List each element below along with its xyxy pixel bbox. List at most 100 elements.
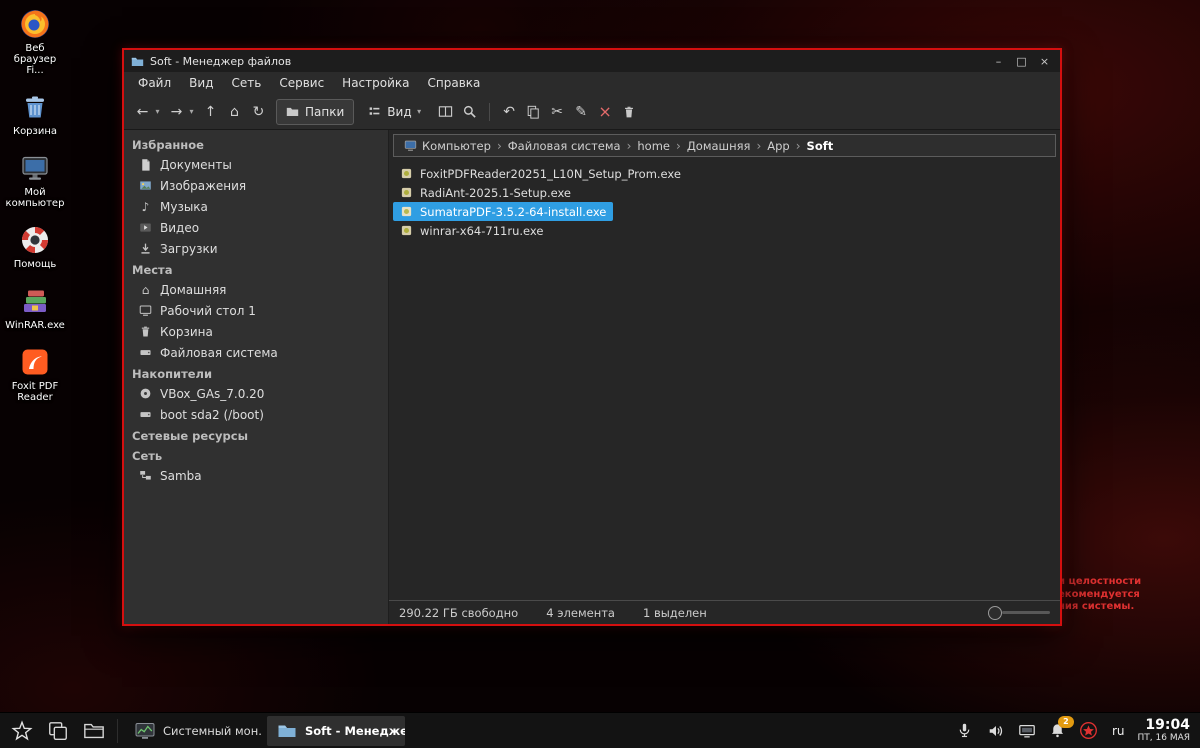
menu-help[interactable]: Справка — [419, 73, 490, 93]
view-dropdown-icon: ▾ — [417, 107, 422, 116]
updates-star-icon[interactable] — [1079, 721, 1099, 741]
window-titlebar[interactable]: Soft - Менеджер файлов – □ × — [124, 50, 1060, 72]
desktop-icon-my-computer[interactable]: Мой компьютер — [2, 152, 68, 209]
up-button[interactable]: ↑ — [200, 100, 221, 124]
sidebar-item-boot-partition[interactable]: boot sda2 (/boot) — [124, 404, 388, 425]
copy-button[interactable] — [523, 100, 544, 124]
forward-history-dropdown[interactable]: ▾ — [186, 100, 197, 124]
file-row[interactable]: RadiAnt-2025.1-Setup.exe — [393, 183, 578, 202]
trash-button[interactable] — [619, 100, 640, 124]
breadcrumb-filesystem[interactable]: Файловая система — [503, 138, 626, 154]
split-view-button[interactable] — [435, 100, 456, 124]
breadcrumb-soft[interactable]: Soft — [802, 138, 839, 154]
menu-network[interactable]: Сеть — [222, 73, 270, 93]
file-manager-launcher[interactable] — [78, 716, 110, 746]
breadcrumb-user-home[interactable]: Домашняя — [682, 138, 756, 154]
zoom-slider-knob[interactable] — [988, 605, 1002, 620]
sidebar-section-network: Сеть — [132, 449, 163, 463]
crumb-separator-icon: › — [756, 138, 762, 153]
installer-file-icon — [400, 224, 413, 237]
sidebar-item-samba[interactable]: Samba — [124, 465, 388, 486]
close-button[interactable]: × — [1036, 54, 1053, 69]
breadcrumb: Компьютер › Файловая система › home › До… — [393, 134, 1056, 157]
back-history-dropdown[interactable]: ▾ — [152, 100, 163, 124]
sidebar-section-places: Места — [132, 263, 173, 277]
delete-button[interactable]: × — [595, 100, 616, 124]
list-view-icon — [368, 105, 381, 118]
back-button[interactable]: ← — [132, 100, 153, 124]
main-pane: Компьютер › Файловая система › home › До… — [389, 130, 1060, 624]
computer-small-icon — [404, 139, 417, 152]
menu-settings[interactable]: Настройка — [333, 73, 418, 93]
file-row-selected[interactable]: SumatraPDF-3.5.2-64-install.exe — [393, 202, 614, 221]
desktop-icon-foxit[interactable]: Foxit PDF Reader — [2, 346, 68, 403]
file-manager-window: Soft - Менеджер файлов – □ × Файл Вид Се… — [122, 48, 1062, 626]
home-button[interactable]: ⌂ — [224, 100, 245, 124]
display-settings-icon[interactable] — [1017, 721, 1037, 741]
sidebar-item-home[interactable]: ⌂ Домашняя — [124, 279, 388, 300]
menu-file[interactable]: Файл — [129, 73, 180, 93]
desktop-icon-label: Веб браузер Fi... — [13, 43, 57, 76]
crumb-separator-icon: › — [496, 138, 502, 153]
rename-button[interactable]: ✎ — [571, 100, 592, 124]
forward-button[interactable]: → — [166, 100, 187, 124]
desktop-icon-firefox[interactable]: Веб браузер Fi... — [2, 8, 68, 76]
app-menu-button[interactable] — [6, 716, 38, 746]
search-button[interactable] — [459, 100, 480, 124]
items-count-label: 4 элемента — [546, 605, 615, 620]
crumb-separator-icon: › — [795, 138, 801, 153]
view-selector-button[interactable]: Вид ▾ — [361, 100, 431, 124]
window-title: Soft - Менеджер файлов — [150, 54, 292, 68]
file-row[interactable]: winrar-x64-711ru.exe — [393, 221, 550, 240]
task-file-manager[interactable]: Soft - Менедже... — [267, 715, 405, 746]
sidebar-item-vbox-cd[interactable]: VBox_GAs_7.0.20 — [124, 383, 388, 404]
keyboard-layout-indicator[interactable]: ru — [1110, 724, 1127, 738]
sidebar-item-pictures[interactable]: Изображения — [124, 175, 388, 196]
sidebar-item-downloads[interactable]: Загрузки — [124, 238, 388, 259]
undo-button[interactable]: ↶ — [499, 100, 520, 124]
sidebar-item-documents[interactable]: Документы — [124, 154, 388, 175]
sidebar-item-music[interactable]: ♪ Музыка — [124, 196, 388, 217]
breadcrumb-app[interactable]: App — [762, 138, 794, 154]
sidebar-item-trash[interactable]: Корзина — [124, 321, 388, 342]
selected-count-label: 1 выделен — [642, 605, 707, 620]
desktop-icons: Веб браузер Fi... Корзина Мой компьютер … — [2, 8, 68, 403]
cut-button[interactable]: ✂ — [547, 100, 568, 124]
show-windows-button[interactable] — [42, 716, 74, 746]
free-space-label: 290.22 ГБ свободно — [399, 605, 519, 620]
desktop-icon-help[interactable]: Помощь — [2, 224, 68, 270]
zoom-slider-track[interactable] — [1002, 611, 1050, 614]
sidebar-item-videos[interactable]: Видео — [124, 217, 388, 238]
notifications-badge: 2 — [1057, 715, 1074, 728]
image-icon — [139, 179, 152, 192]
desktop: Веб браузер Fi... Корзина Мой компьютер … — [0, 0, 1200, 748]
clock-date: ПТ, 16 МАЯ — [1137, 733, 1190, 744]
minimize-button[interactable]: – — [990, 54, 1007, 69]
sidebar-item-filesystem[interactable]: Файловая система — [124, 342, 388, 363]
clock[interactable]: 19:04 ПТ, 16 МАЯ — [1138, 717, 1190, 743]
sidebar-item-desktop[interactable]: Рабочий стол 1 — [124, 300, 388, 321]
sidebar-section-devices: Накопители — [132, 367, 213, 381]
desktop-icon-winrar[interactable]: WinRAR.exe — [2, 285, 68, 331]
menu-view[interactable]: Вид — [180, 73, 222, 93]
notifications-bell-icon[interactable]: 2 — [1048, 715, 1074, 741]
installer-file-icon — [400, 167, 413, 180]
folders-toggle-button[interactable]: Папки — [276, 98, 355, 125]
clock-time: 19:04 — [1145, 717, 1190, 734]
volume-icon[interactable] — [986, 721, 1006, 741]
task-system-monitor[interactable]: Системный мон... — [125, 716, 263, 746]
installer-file-icon — [400, 205, 413, 218]
winrar-icon — [19, 285, 51, 317]
breadcrumb-home[interactable]: home — [632, 138, 675, 154]
desktop-icon-label: Помощь — [13, 259, 57, 270]
sidebar-section-network-resources: Сетевые ресурсы — [132, 429, 248, 443]
zoom-slider[interactable] — [988, 605, 1050, 620]
reload-button[interactable]: ↻ — [248, 100, 269, 124]
menu-service[interactable]: Сервис — [270, 73, 333, 93]
lifebuoy-icon — [19, 224, 51, 256]
microphone-icon[interactable] — [955, 721, 975, 741]
file-row[interactable]: FoxitPDFReader20251_L10N_Setup_Prom.exe — [393, 164, 688, 183]
breadcrumb-computer[interactable]: Компьютер — [399, 138, 496, 154]
maximize-button[interactable]: □ — [1013, 54, 1030, 69]
desktop-icon-trash[interactable]: Корзина — [2, 91, 68, 137]
